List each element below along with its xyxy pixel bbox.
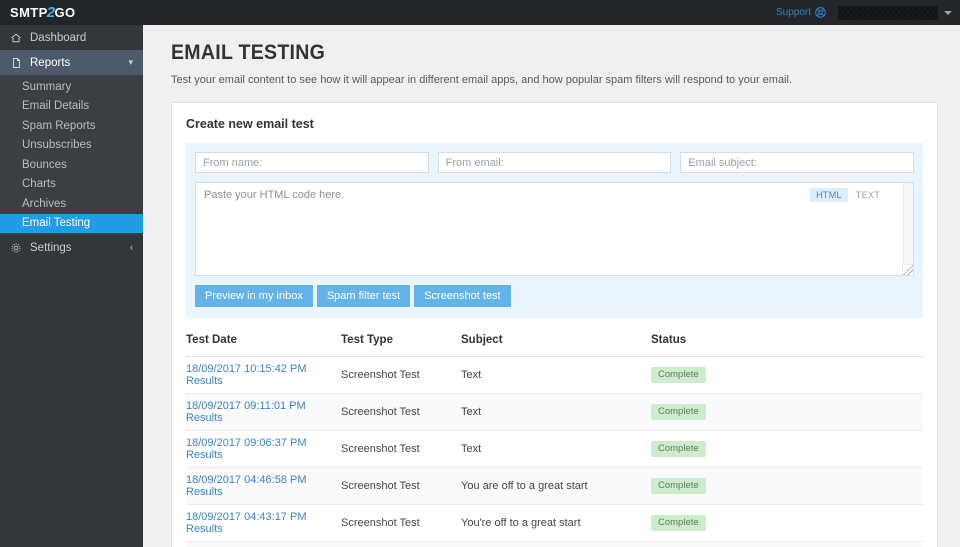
page-subtitle: Test your email content to see how it wi… — [171, 74, 793, 86]
top-bar: SMTP 2 GO Support — [0, 0, 960, 25]
sidebar-item-charts-label: Charts — [22, 178, 56, 191]
test-result-link[interactable]: 18/09/2017 09:06:37 PM Results — [186, 437, 306, 461]
sidebar-item-email-details[interactable]: Email Details — [0, 97, 143, 117]
format-tab-group: HTML TEXT — [810, 188, 886, 202]
cell-test-type: Screenshot Test — [341, 430, 461, 468]
sidebar-item-reports[interactable]: Reports ▾ — [0, 50, 143, 75]
sidebar-item-summary-label: Summary — [22, 80, 72, 93]
chevron-left-icon[interactable]: ‹ — [130, 243, 133, 252]
column-header-test-type[interactable]: Test Type — [341, 334, 461, 357]
home-icon — [10, 32, 22, 44]
sidebar-item-summary[interactable]: Summary — [0, 77, 143, 97]
page-title: EMAIL TESTING — [171, 41, 326, 64]
sidebar-item-email-testing-label: Email Testing — [22, 217, 91, 230]
brand-logo[interactable]: SMTP 2 GO — [0, 0, 143, 25]
cell-subject: You're off to a great start — [461, 504, 651, 542]
create-test-form: HTML TEXT Preview in my inbox Spam filte… — [186, 143, 923, 318]
cell-subject: Text — [461, 356, 651, 394]
cell-subject: You are off to a great start — [461, 467, 651, 505]
chevron-down-icon[interactable]: ▾ — [128, 58, 133, 67]
action-button-row: Preview in my inbox Spam filter test Scr… — [195, 285, 914, 309]
support-label: Support — [775, 7, 811, 18]
from-name-input[interactable] — [195, 152, 429, 173]
table-row: 18/09/2017 04:46:58 PM Results Screensho… — [186, 467, 923, 505]
sidebar-submenu-reports: Summary Email Details Spam Reports Unsub… — [0, 75, 143, 235]
cell-test-type: Screenshot Test — [341, 467, 461, 505]
column-header-status[interactable]: Status — [651, 334, 923, 357]
table-body: 18/09/2017 10:15:42 PM Results Screensho… — [186, 356, 923, 547]
sidebar-item-unsubscribes-label: Unsubscribes — [22, 139, 92, 152]
cell-test-type: Screenshot Test — [341, 356, 461, 394]
lifebuoy-icon — [815, 7, 826, 18]
table-row: 18/09/2017 04:41:46 PM Results Screensho… — [186, 541, 923, 547]
sidebar-item-spam-reports-label: Spam Reports — [22, 119, 96, 132]
table-header-row: Test Date Test Type Subject Status — [186, 334, 923, 357]
body-wrapper: Dashboard Reports ▾ Summary Email Detail… — [0, 25, 960, 547]
test-history-table: Test Date Test Type Subject Status 18/09… — [186, 334, 923, 547]
gear-icon — [10, 242, 22, 254]
spam-filter-test-button[interactable]: Spam filter test — [316, 285, 411, 307]
column-header-test-date[interactable]: Test Date — [186, 334, 341, 357]
sidebar-item-archives[interactable]: Archives — [0, 194, 143, 214]
html-code-textarea[interactable] — [195, 182, 914, 276]
logo-text-right: GO — [54, 5, 76, 20]
sidebar-item-email-testing[interactable]: Email Testing — [0, 213, 143, 233]
table-row: 18/09/2017 04:43:17 PM Results Screensho… — [186, 504, 923, 542]
table-row: 18/09/2017 09:11:01 PM Results Screensho… — [186, 393, 923, 431]
sidebar-item-settings[interactable]: Settings ‹ — [0, 235, 143, 260]
column-header-subject[interactable]: Subject — [461, 334, 651, 357]
sidebar: Dashboard Reports ▾ Summary Email Detail… — [0, 25, 143, 547]
status-badge: Complete — [651, 367, 706, 383]
test-result-link[interactable]: 18/09/2017 09:11:01 PM Results — [186, 400, 306, 424]
test-result-link[interactable]: 18/09/2017 10:15:42 PM Results — [186, 363, 306, 387]
user-name-redacted[interactable] — [838, 5, 938, 20]
preview-in-my-inbox-button[interactable]: Preview in my inbox — [195, 285, 313, 307]
cell-subject: Text — [461, 393, 651, 431]
status-badge: Complete — [651, 404, 706, 420]
document-icon — [10, 57, 22, 69]
html-code-area-wrapper: HTML TEXT — [195, 182, 914, 276]
table-row: 18/09/2017 09:06:37 PM Results Screensho… — [186, 430, 923, 468]
table-row: 18/09/2017 10:15:42 PM Results Screensho… — [186, 356, 923, 394]
cell-test-type: Screenshot Test — [341, 541, 461, 547]
top-bar-right: Support — [776, 0, 960, 25]
test-result-link[interactable]: 18/09/2017 04:43:17 PM Results — [186, 511, 306, 535]
from-email-input[interactable] — [437, 152, 672, 173]
tab-text[interactable]: TEXT — [850, 188, 886, 202]
tab-html[interactable]: HTML — [810, 188, 848, 202]
create-test-panel: Create new email test HTML TEXT — [171, 102, 938, 547]
form-input-row — [195, 152, 915, 173]
status-badge: Complete — [651, 515, 706, 531]
caret-down-icon[interactable] — [944, 10, 952, 15]
logo-wordmark: SMTP 2 GO — [10, 4, 76, 21]
cell-subject: You're off to a great start — [461, 541, 651, 547]
sidebar-item-charts[interactable]: Charts — [0, 175, 143, 195]
cell-test-type: Screenshot Test — [341, 504, 461, 542]
textarea-scrollbar[interactable] — [903, 183, 913, 265]
screenshot-test-button[interactable]: Screenshot test — [414, 285, 511, 307]
panel-title: Create new email test — [186, 117, 314, 131]
sidebar-item-spam-reports[interactable]: Spam Reports — [0, 116, 143, 136]
sidebar-item-email-details-label: Email Details — [22, 100, 90, 113]
email-subject-input[interactable] — [680, 152, 915, 173]
sidebar-item-bounces[interactable]: Bounces — [0, 155, 143, 175]
status-badge: Complete — [651, 478, 706, 494]
sidebar-item-bounces-label: Bounces — [22, 158, 67, 171]
table-head: Test Date Test Type Subject Status — [186, 334, 923, 357]
sidebar-item-reports-label: Reports — [30, 56, 71, 69]
sidebar-item-unsubscribes[interactable]: Unsubscribes — [0, 136, 143, 156]
app-root: SMTP 2 GO Support Dashboard Reports ▾ Su… — [0, 0, 960, 547]
sidebar-item-settings-label: Settings — [30, 241, 72, 254]
test-result-link[interactable]: 18/09/2017 04:46:58 PM Results — [186, 474, 306, 498]
logo-text-left: SMTP — [10, 5, 48, 20]
sidebar-item-dashboard-label: Dashboard — [30, 31, 87, 44]
sidebar-item-dashboard[interactable]: Dashboard — [0, 25, 143, 50]
status-badge: Complete — [651, 441, 706, 457]
main-content: EMAIL TESTING Test your email content to… — [143, 25, 960, 547]
textarea-resize-handle[interactable] — [902, 264, 913, 275]
support-link[interactable]: Support — [776, 7, 826, 18]
sidebar-item-archives-label: Archives — [22, 197, 67, 210]
cell-subject: Text — [461, 430, 651, 468]
cell-test-type: Screenshot Test — [341, 393, 461, 431]
